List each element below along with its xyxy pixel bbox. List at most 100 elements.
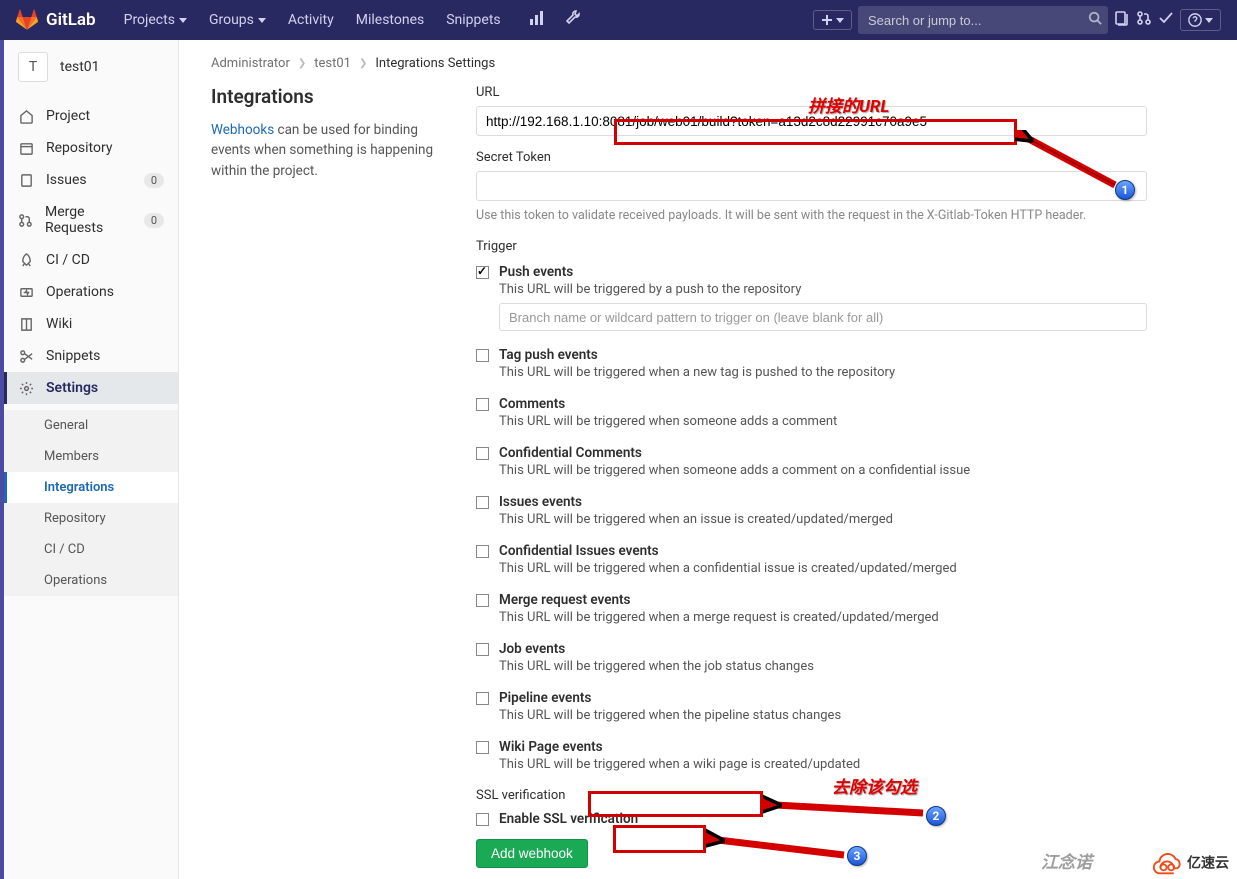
trigger-checkbox[interactable]	[476, 692, 489, 705]
gitlab-icon	[16, 9, 38, 31]
brand-text: GitLab	[46, 10, 96, 30]
trigger-6: Merge request eventsThis URL will be tri…	[476, 586, 1147, 635]
trigger-checkbox[interactable]	[476, 594, 489, 607]
trigger-checkbox[interactable]	[476, 447, 489, 460]
chevron-right-icon: ❯	[359, 58, 367, 69]
trigger-checkbox[interactable]	[476, 398, 489, 411]
home-icon	[18, 109, 34, 124]
trigger-desc: This URL will be triggered when someone …	[499, 414, 1147, 429]
sub-integrations[interactable]: Integrations	[4, 472, 178, 503]
crumb-project[interactable]: test01	[314, 56, 351, 71]
issues-icon[interactable]	[1114, 10, 1130, 30]
url-label: URL	[476, 85, 1147, 100]
trigger-checkbox[interactable]	[476, 643, 489, 656]
sidebar-item-operations[interactable]: Operations	[4, 276, 178, 308]
scissors-icon	[18, 349, 34, 364]
branch-filter-input[interactable]	[499, 303, 1147, 331]
trigger-title: Push events	[499, 264, 1147, 280]
new-dropdown[interactable]	[813, 10, 852, 30]
trigger-4: Issues events This URL will be triggered …	[476, 488, 1147, 537]
trigger-checkbox[interactable]	[476, 349, 489, 362]
project-header[interactable]: T test01	[4, 40, 178, 94]
sidebar-item-snippets[interactable]: Snippets	[4, 340, 178, 372]
sidebar-item-settings[interactable]: Settings	[4, 372, 178, 404]
chevron-down-icon	[179, 18, 187, 23]
trigger-checkbox[interactable]	[476, 545, 489, 558]
secret-label: Secret Token	[476, 150, 1147, 165]
annotation-num-2: 2	[926, 806, 946, 826]
sub-repository[interactable]: Repository	[4, 503, 178, 534]
webhook-form: URL Secret Token Use this token to valid…	[476, 85, 1147, 868]
sub-general[interactable]: General	[4, 410, 178, 441]
plus-icon	[821, 14, 833, 26]
trigger-desc: This URL will be triggered when an issue…	[499, 512, 1147, 527]
wrench-icon[interactable]	[559, 4, 587, 36]
sidebar-item-cicd[interactable]: CI / CD	[4, 244, 178, 276]
ssl-checkbox[interactable]	[476, 813, 489, 826]
chart-bar-icon[interactable]	[523, 4, 551, 36]
nav-groups[interactable]: Groups	[199, 6, 276, 34]
ssl-label: SSL verification	[476, 788, 1147, 803]
sidebar-item-issues[interactable]: Issues0	[4, 164, 178, 196]
sub-cicd[interactable]: CI / CD	[4, 534, 178, 565]
trigger-desc: This URL will be triggered when someone …	[499, 463, 1147, 478]
sidebar-item-wiki[interactable]: Wiki	[4, 308, 178, 340]
chevron-down-icon	[258, 18, 266, 23]
nav-links: Projects Groups Activity Milestones Snip…	[114, 6, 511, 34]
trigger-checkbox[interactable]	[476, 741, 489, 754]
nav-milestones[interactable]: Milestones	[346, 6, 435, 34]
trigger-checkbox[interactable]	[476, 266, 489, 279]
todos-icon[interactable]	[1158, 10, 1174, 30]
gear-icon	[18, 381, 34, 396]
trigger-title: Merge request events	[499, 592, 1147, 608]
chevron-right-icon: ❯	[298, 58, 306, 69]
sidebar-item-merge-requests[interactable]: Merge Requests0	[4, 196, 178, 244]
help-icon	[1188, 13, 1202, 27]
webhooks-link[interactable]: Webhooks	[211, 122, 274, 138]
search-input[interactable]	[868, 13, 1088, 28]
trigger-8: Pipeline eventsThis URL will be triggere…	[476, 684, 1147, 733]
rocket-icon	[18, 253, 34, 268]
breadcrumb: Administrator ❯ test01 ❯ Integrations Se…	[211, 50, 1147, 85]
trigger-title: Comments	[499, 396, 1147, 412]
sub-members[interactable]: Members	[4, 441, 178, 472]
chevron-down-icon	[1205, 18, 1213, 23]
issue-icon	[18, 173, 34, 188]
help-dropdown[interactable]	[1180, 9, 1221, 31]
trigger-label: Trigger	[476, 239, 1147, 254]
sidebar-item-project[interactable]: Project	[4, 100, 178, 132]
trigger-3: Confidential Comments This URL will be tr…	[476, 439, 1147, 488]
trigger-title: Job events	[499, 641, 1147, 657]
add-webhook-button[interactable]: Add webhook	[476, 839, 588, 868]
trigger-desc: This URL will be triggered when a new ta…	[499, 365, 1147, 380]
trigger-title: Issues events	[499, 494, 1147, 510]
trigger-9: Wiki Page eventsThis URL will be trigger…	[476, 733, 1147, 782]
trigger-checkbox[interactable]	[476, 496, 489, 509]
trigger-title: Confidential Comments	[499, 445, 1147, 461]
project-name: test01	[60, 59, 100, 75]
url-input[interactable]	[476, 106, 1147, 136]
trigger-desc: This URL will be triggered by a push to …	[499, 282, 1147, 297]
nav-projects[interactable]: Projects	[114, 6, 197, 34]
annotation-num-3: 3	[847, 846, 867, 866]
trigger-2: Comments This URL will be triggered when …	[476, 390, 1147, 439]
trigger-title: Confidential Issues events	[499, 543, 1147, 559]
merge-request-icon[interactable]	[1136, 10, 1152, 30]
nav-snippets[interactable]: Snippets	[436, 6, 510, 34]
trigger-1: Tag push eventsThis URL will be triggere…	[476, 341, 1147, 390]
mr-icon	[18, 213, 33, 228]
nav-activity[interactable]: Activity	[278, 6, 344, 34]
ssl-checkbox-label: Enable SSL verification	[499, 811, 1147, 827]
search-icon[interactable]	[1088, 11, 1102, 29]
global-search[interactable]	[858, 6, 1108, 34]
sub-operations[interactable]: Operations	[4, 565, 178, 596]
crumb-admin[interactable]: Administrator	[211, 56, 290, 71]
secret-input[interactable]	[476, 171, 1147, 201]
secret-help: Use this token to validate received payl…	[476, 207, 1147, 225]
trigger-desc: This URL will be triggered when a confid…	[499, 561, 1147, 576]
sidebar-item-repository[interactable]: Repository	[4, 132, 178, 164]
main-content: Administrator ❯ test01 ❯ Integrations Se…	[179, 40, 1179, 879]
brand-logo[interactable]: GitLab	[16, 9, 96, 31]
trigger-title: Pipeline events	[499, 690, 1147, 706]
sidebar-items: Project Repository Issues0 Merge Request…	[4, 94, 178, 410]
